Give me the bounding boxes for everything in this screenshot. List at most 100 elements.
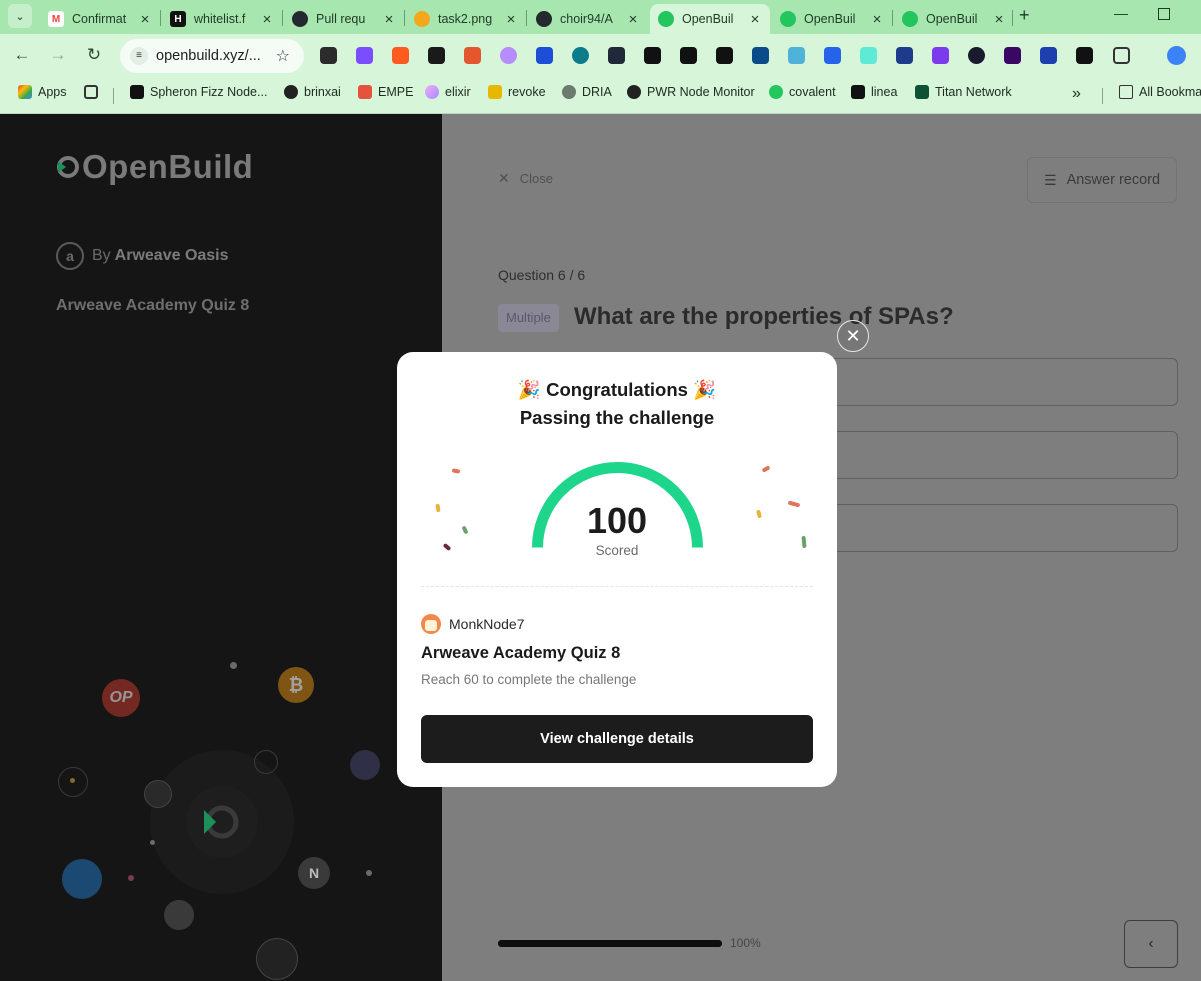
result-modal: 🎉 Congratulations 🎉 Passing the challeng… (397, 352, 837, 787)
list-icon: ☰ (1044, 171, 1057, 188)
tab-gmail[interactable]: M Confirmat × (40, 4, 160, 34)
tab-openbuild-2[interactable]: OpenBuil × (772, 4, 892, 34)
new-tab-button[interactable]: + (1019, 5, 1030, 26)
site-info-icon[interactable]: ≡ (130, 47, 148, 65)
maximize-button[interactable] (1158, 8, 1170, 20)
tab-task2[interactable]: task2.png × (406, 4, 526, 34)
close-tab-icon[interactable]: × (870, 11, 884, 28)
bookmark-all-bookmarks[interactable]: All Bookmarks (1119, 85, 1201, 99)
close-tab-icon[interactable]: × (748, 11, 762, 28)
tab-search-button[interactable]: ⌄ (8, 4, 32, 28)
close-tab-icon[interactable]: × (138, 11, 152, 28)
bookmark-separator (113, 88, 114, 104)
extension-icon[interactable] (428, 47, 445, 64)
close-tab-icon[interactable]: × (504, 11, 518, 28)
bookmark-revoke[interactable]: revoke (488, 85, 546, 99)
globe-icon (627, 85, 641, 99)
extension-icon[interactable] (752, 47, 769, 64)
bookmark-elixir[interactable]: elixir (425, 85, 471, 99)
apps-grid-icon (18, 85, 32, 99)
extension-icon[interactable] (608, 47, 625, 64)
extension-icon[interactable] (932, 47, 949, 64)
tab-openbuild-3[interactable]: OpenBuil × (894, 4, 1014, 34)
minimize-button[interactable]: — (1114, 5, 1128, 21)
author-line: a By Arweave Oasis (56, 242, 229, 270)
extension-icon[interactable] (1076, 47, 1093, 64)
close-tab-icon[interactable]: × (260, 11, 274, 28)
bookmark-label: brinxai (304, 85, 341, 99)
extension-icon[interactable] (320, 47, 337, 64)
extension-icon[interactable] (1004, 47, 1021, 64)
bookmark-spheron[interactable]: Spheron Fizz Node... (130, 85, 267, 99)
extension-icon[interactable] (896, 47, 913, 64)
extension-icon[interactable] (968, 47, 985, 64)
tab-separator (404, 10, 405, 26)
bookmark-star-icon[interactable]: ☆ (276, 46, 290, 66)
bookmark-empe[interactable]: EMPE (358, 85, 413, 99)
extension-icon[interactable] (860, 47, 877, 64)
answer-record-button[interactable]: ☰ Answer record (1027, 157, 1177, 203)
arweave-icon: a (56, 242, 84, 270)
answer-record-label: Answer record (1066, 172, 1161, 188)
tab-pull-requests[interactable]: Pull requ × (284, 4, 404, 34)
reload-button[interactable]: ↻ (83, 45, 105, 65)
tab-choir94[interactable]: choir94/A × (528, 4, 648, 34)
coin-icon (256, 938, 298, 980)
bookmark-label: DRIA (582, 85, 612, 99)
extension-icon[interactable] (1040, 47, 1057, 64)
tab-title: task2.png (438, 12, 493, 26)
modal-close-button[interactable]: ✕ (837, 320, 869, 352)
close-quiz-button[interactable]: ✕ Close (498, 170, 553, 187)
extension-icon[interactable] (464, 47, 481, 64)
more-bookmarks-chevron-icon[interactable]: » (1072, 85, 1081, 103)
view-challenge-details-button[interactable]: View challenge details (421, 715, 813, 763)
author-org[interactable]: Arweave Oasis (115, 247, 229, 265)
bookmark-dria[interactable]: DRIA (562, 85, 612, 99)
gmail-icon: M (48, 11, 64, 27)
previous-question-button[interactable]: ‹ (1124, 920, 1178, 968)
username: MonkNode7 (449, 616, 525, 632)
grid-icon (84, 85, 98, 99)
openbuild-icon (658, 11, 674, 27)
extension-icon[interactable] (572, 47, 589, 64)
close-tab-icon[interactable]: × (626, 11, 640, 28)
bookmark-label: linea (871, 85, 898, 99)
back-button[interactable]: ← (11, 45, 33, 65)
close-tab-icon[interactable]: × (382, 11, 396, 28)
extension-icon[interactable] (536, 47, 553, 64)
profile-avatar[interactable] (1167, 46, 1186, 65)
bookmark-titan-network[interactable]: Titan Network (915, 85, 1012, 99)
extension-icon[interactable] (356, 47, 373, 64)
by-prefix: By (92, 247, 111, 264)
bookmark-pwr-node-monitor[interactable]: PWR Node Monitor (627, 85, 755, 99)
tab-separator (1012, 10, 1013, 26)
extension-icon[interactable] (680, 47, 697, 64)
bookmark-linea[interactable]: linea (851, 85, 897, 99)
extension-icon[interactable] (824, 47, 841, 64)
url-text: openbuild.xyz/... (156, 48, 261, 64)
tab-title: whitelist.f (194, 12, 246, 26)
extensions-puzzle-icon[interactable] (1113, 47, 1130, 64)
tab-title: Pull requ (316, 12, 366, 26)
question-counter: Question 6 / 6 (498, 267, 586, 283)
tab-whitelist[interactable]: H whitelist.f × (162, 4, 282, 34)
extension-icon[interactable] (500, 47, 517, 64)
tab-groups-button[interactable] (84, 85, 104, 99)
extension-icon[interactable] (644, 47, 661, 64)
extension-icon[interactable] (788, 47, 805, 64)
cube-icon (851, 85, 865, 99)
bookmark-label: elixir (445, 85, 471, 99)
tab-title: Confirmat (72, 12, 127, 26)
forward-button[interactable]: → (47, 45, 69, 65)
bookmark-apps[interactable]: Apps (18, 85, 67, 99)
extension-icon[interactable] (716, 47, 733, 64)
tab-openbuild-active[interactable]: OpenBuil × (650, 4, 770, 34)
openbuild-logo[interactable]: OpenBuild (56, 148, 253, 186)
openbuild-icon (780, 11, 796, 27)
address-bar[interactable]: ≡ openbuild.xyz/... ☆ (120, 39, 304, 73)
modal-quiz-title: Arweave Academy Quiz 8 (421, 644, 621, 662)
bookmark-brinxai[interactable]: brinxai (284, 85, 341, 99)
extension-icon[interactable] (392, 47, 409, 64)
close-tab-icon[interactable]: × (992, 11, 1006, 28)
bookmark-covalent[interactable]: covalent (769, 85, 836, 99)
